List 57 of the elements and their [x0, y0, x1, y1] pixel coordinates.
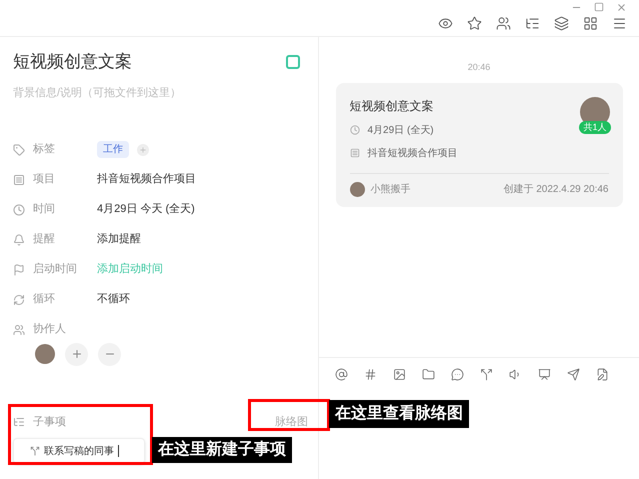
- annotation-label: 在这里新建子事项: [152, 437, 292, 463]
- bell-icon: [13, 234, 25, 246]
- feed-time: 20:46: [468, 61, 490, 74]
- branch-icon: [30, 446, 40, 456]
- send-icon[interactable]: [567, 368, 580, 381]
- subtask-label: 子事项: [33, 414, 66, 430]
- branch-icon[interactable]: [480, 368, 493, 381]
- annotation-label: 在这里查看脉络图: [329, 400, 469, 428]
- field-label: 启动时间: [33, 262, 78, 278]
- avatar: [35, 344, 55, 364]
- card-created: 创建于 2022.4.29 20:46: [503, 182, 608, 196]
- hash-icon[interactable]: [364, 368, 377, 381]
- card-project: 抖音短视频合作项目: [368, 146, 458, 160]
- card-author: 小熊搬手: [370, 182, 410, 196]
- task-checkbox[interactable]: [286, 54, 300, 69]
- people-icon: [13, 324, 25, 336]
- menu-icon[interactable]: [612, 16, 627, 31]
- field-label: 提醒: [33, 232, 56, 248]
- field-label: 项目: [33, 172, 56, 188]
- people-icon[interactable]: [496, 16, 511, 31]
- repeat-icon: [13, 294, 25, 306]
- at-icon[interactable]: [335, 368, 348, 381]
- field-label: 标签: [33, 142, 56, 158]
- grid-icon[interactable]: [583, 16, 598, 31]
- task-title: 短视频创意文案: [13, 51, 132, 73]
- clock-icon: [350, 125, 360, 135]
- card-date: 4月29日 (全天): [368, 124, 434, 138]
- field-value[interactable]: 抖音短视频合作项目: [97, 171, 196, 188]
- note-icon[interactable]: [596, 368, 609, 381]
- task-card[interactable]: 短视频创意文案 4月29日 (全天) 抖音短视频合作项目 共1人 小熊搬手 创建于 2022.4.29 20:46: [336, 82, 622, 206]
- plus-icon: [139, 146, 147, 154]
- subtask-field[interactable]: 联系写稿的同事: [13, 438, 145, 464]
- tag[interactable]: 工作: [97, 141, 129, 158]
- field-label: 协作人: [33, 322, 67, 338]
- tree-icon: [13, 416, 25, 428]
- tag-icon: [13, 144, 25, 156]
- field-value[interactable]: 4月29日 今天 (全天): [97, 201, 195, 218]
- field-value[interactable]: 添加提醒: [97, 231, 141, 248]
- image-icon[interactable]: [393, 368, 406, 381]
- board-icon[interactable]: [538, 368, 551, 381]
- add-collaborator-button[interactable]: [65, 342, 88, 366]
- star-icon[interactable]: [467, 16, 482, 31]
- flag-icon: [13, 264, 25, 276]
- member-badge: 共1人: [579, 120, 610, 134]
- eye-icon[interactable]: [438, 16, 453, 31]
- field-value[interactable]: 不循环: [97, 291, 130, 308]
- avatar: [350, 182, 364, 196]
- layers-icon[interactable]: [554, 16, 569, 31]
- plus-icon: [70, 348, 82, 360]
- chat-icon[interactable]: [451, 368, 464, 381]
- maximize-icon[interactable]: [594, 2, 604, 12]
- card-title: 短视频创意文案: [350, 98, 434, 114]
- field-label: 时间: [33, 202, 56, 218]
- close-icon[interactable]: [616, 2, 627, 13]
- field-label: 循环: [33, 292, 56, 308]
- tree-icon[interactable]: [525, 16, 540, 31]
- clock-icon: [13, 204, 25, 216]
